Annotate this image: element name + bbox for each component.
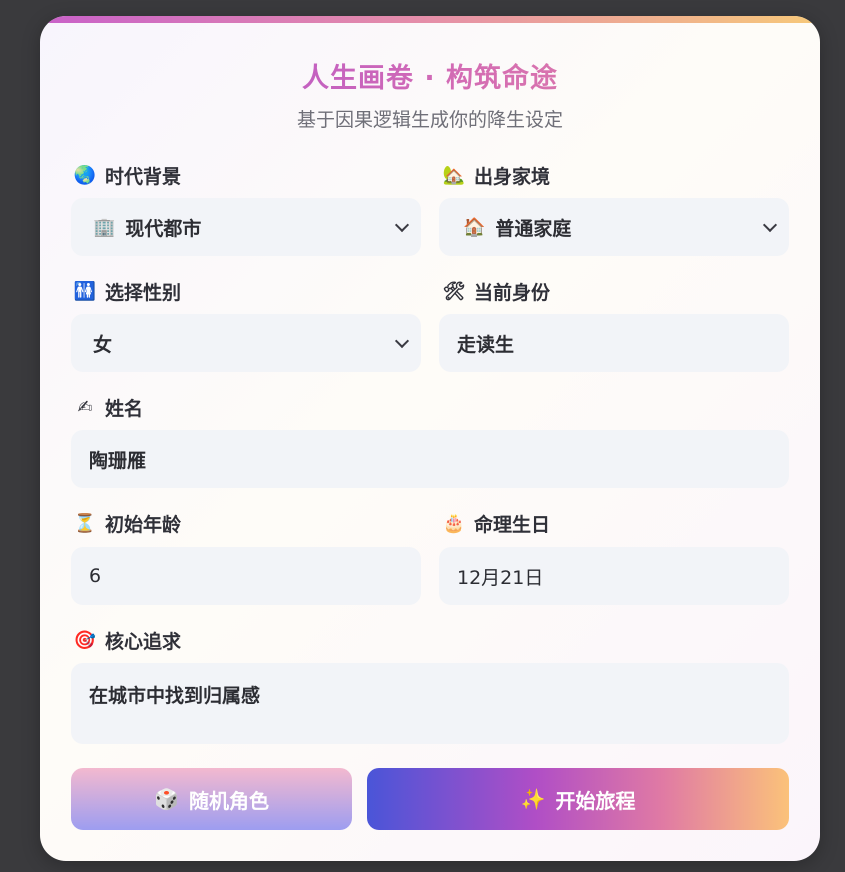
birthday-label: 🎂 命理生日 (442, 510, 550, 537)
age-value: 6 (89, 565, 102, 587)
character-setup-card: 人生画卷 · 构筑命途 基于因果逻辑生成你的降生设定 🌏 时代背景 🏢 现代都市… (40, 16, 820, 861)
page-title: 人生画卷 · 构筑命途 (40, 56, 820, 95)
page-subtitle: 基于因果逻辑生成你的降生设定 (296, 109, 563, 131)
identity-label-text: 当前身份 (474, 282, 551, 304)
birthday-cake-icon: 🎂 (442, 513, 466, 534)
name-input[interactable]: 陶珊雁 (71, 430, 789, 488)
pursuit-textarea[interactable]: 在城市中找到归属感 (71, 663, 789, 744)
random-character-button[interactable]: 🎲 随机角色 (71, 768, 352, 830)
name-label-text: 姓名 (105, 398, 144, 420)
start-button-label: 开始旅程 (555, 788, 636, 813)
birthday-input[interactable]: 12月21日 (439, 547, 789, 605)
name-label: ✍ 姓名 (73, 394, 143, 421)
tools-icon: 🛠 (442, 281, 466, 302)
chevron-down-icon (762, 217, 778, 233)
target-icon: 🎯 (73, 630, 97, 651)
start-journey-button[interactable]: ✨ 开始旅程 (367, 768, 789, 830)
gender-label: 🚻 选择性别 (73, 278, 181, 305)
dice-icon: 🎲 (154, 787, 179, 811)
pursuit-label: 🎯 核心追求 (73, 627, 181, 654)
era-label: 🌏 时代背景 (73, 162, 181, 189)
identity-value: 走读生 (457, 333, 515, 356)
gender-select[interactable]: 女 (71, 314, 421, 372)
gender-label-text: 选择性别 (105, 282, 182, 304)
era-value: 现代都市 (125, 217, 202, 240)
chevron-down-icon (394, 333, 410, 349)
sparkles-icon: ✨ (520, 787, 546, 811)
pursuit-label-text: 核心追求 (105, 631, 182, 653)
era-label-text: 时代背景 (105, 166, 182, 188)
birthday-label-text: 命理生日 (474, 514, 551, 536)
hourglass-icon: ⏳ (73, 513, 97, 534)
chevron-down-icon (394, 217, 410, 233)
pursuit-value: 在城市中找到归属感 (89, 685, 261, 707)
gender-value: 女 (93, 333, 113, 356)
name-value: 陶珊雁 (89, 449, 147, 472)
age-label-text: 初始年龄 (105, 514, 182, 536)
writing-hand-icon: ✍ (77, 397, 93, 418)
family-select[interactable]: 🏠 普通家庭 (439, 198, 789, 256)
random-button-label: 随机角色 (188, 788, 269, 813)
family-label: 🏡 出身家境 (442, 162, 550, 189)
identity-input[interactable]: 走读生 (439, 314, 789, 372)
restroom-icon: 🚻 (73, 281, 97, 302)
house-garden-icon: 🏡 (442, 165, 466, 186)
birthday-value: 12月21日 (457, 566, 544, 589)
office-building-icon: 🏢 (93, 216, 116, 238)
house-icon: 🏠 (463, 216, 486, 238)
age-label: ⏳ 初始年龄 (73, 510, 181, 537)
identity-label: 🛠 当前身份 (442, 278, 550, 305)
family-label-text: 出身家境 (474, 166, 551, 188)
age-input[interactable]: 6 (71, 547, 421, 605)
family-value: 普通家庭 (495, 217, 572, 240)
era-select[interactable]: 🏢 现代都市 (71, 198, 421, 256)
globe-icon: 🌏 (73, 165, 97, 186)
